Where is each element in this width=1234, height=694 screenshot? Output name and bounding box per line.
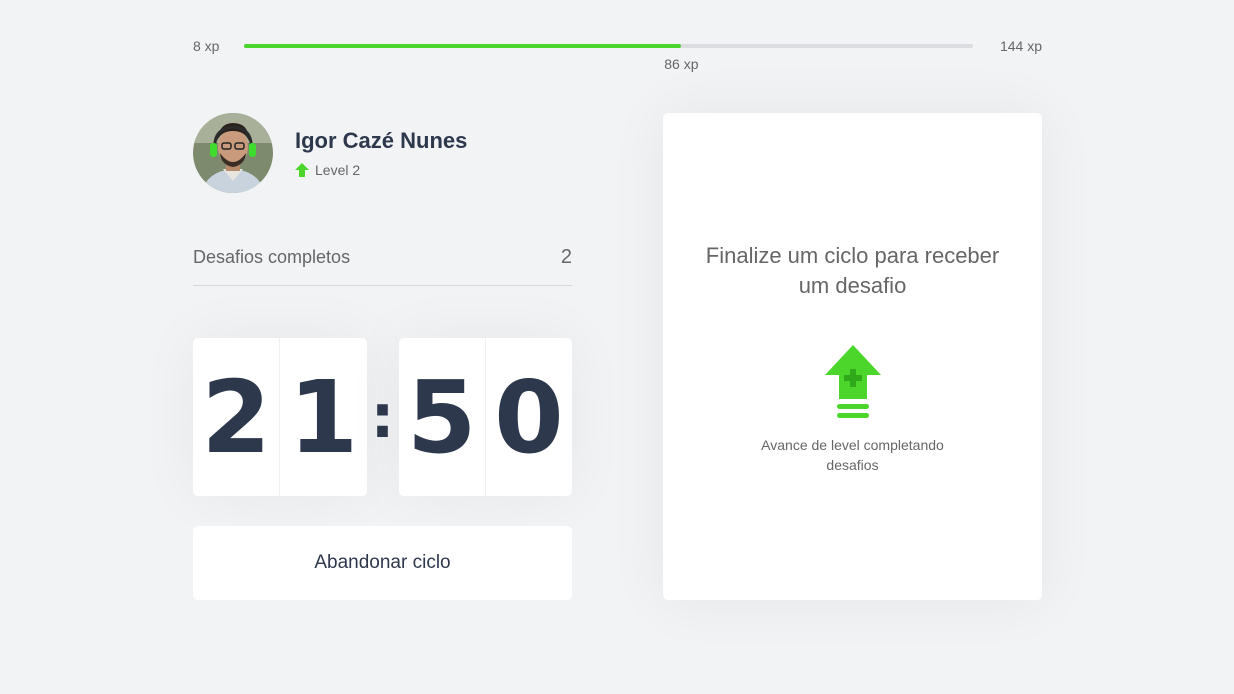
seconds: 5 0: [398, 338, 572, 496]
countdown: 2 1 : 5 0: [193, 338, 572, 496]
challenge-box-hint: Avance de level completando desafios: [761, 437, 944, 473]
abandon-cycle-button[interactable]: Abandonar ciclo: [193, 526, 572, 600]
profile: Igor Cazé Nunes Level 2: [193, 113, 467, 193]
minutes: 2 1: [193, 338, 367, 496]
level-label: Level 2: [315, 162, 361, 178]
xp-min-label: 8 xp: [193, 38, 220, 54]
profile-info: Igor Cazé Nunes Level 2: [295, 128, 467, 178]
minute-ones-digit: 1: [288, 358, 359, 476]
avatar: [193, 113, 273, 193]
xp-max-label: 144 xp: [999, 38, 1042, 54]
level-up-arrow-icon: [295, 163, 309, 177]
xp-progress-fill: [244, 44, 682, 48]
countdown-separator: :: [370, 382, 395, 452]
challenge-box: Finalize um ciclo para receber um desafi…: [663, 113, 1042, 600]
second-tens-digit: 5: [399, 338, 486, 496]
experience-bar: 8 xp 86 xp 144 xp: [193, 36, 1042, 76]
second-ones-digit: 0: [494, 358, 564, 476]
completed-challenges-count: 2: [560, 246, 572, 268]
profile-level: Level 2: [295, 162, 467, 178]
xp-current-label: 86 xp: [664, 56, 699, 72]
page: 8 xp 86 xp 144 xp Igor Cazé Nunes Level …: [0, 0, 1234, 694]
profile-name: Igor Cazé Nunes: [295, 128, 468, 153]
completed-challenges-label: Desafios completos: [193, 247, 351, 267]
completed-challenges: Desafios completos 2: [193, 240, 572, 286]
xp-track: [244, 44, 973, 48]
level-up-icon: [824, 345, 881, 421]
challenge-box-title: Finalize um ciclo para receber um desafi…: [705, 243, 1000, 298]
minute-tens-digit: 2: [193, 338, 281, 496]
